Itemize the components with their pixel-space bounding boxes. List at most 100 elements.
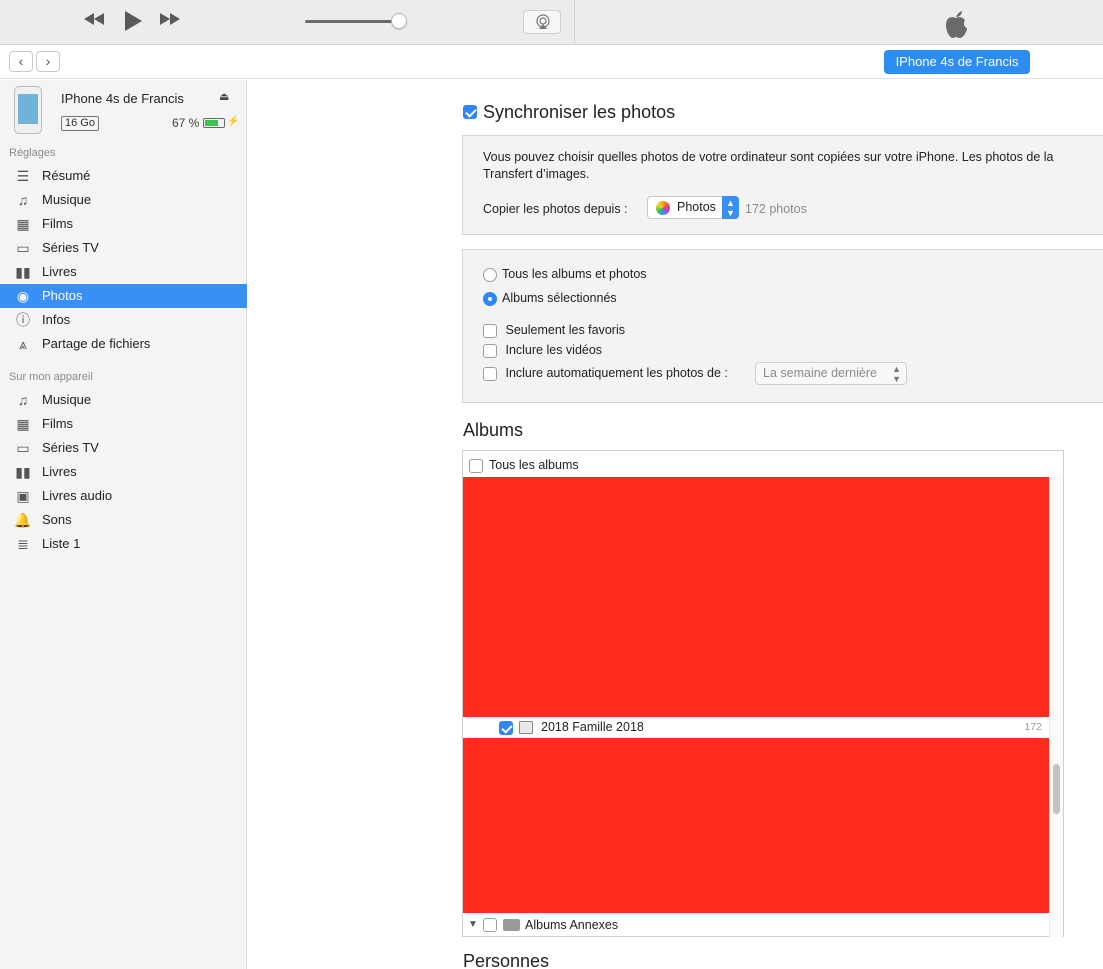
audiobook-icon: ▣ [16,488,30,504]
scrollbar[interactable] [1049,477,1063,937]
sidebar-item-films[interactable]: ▦ Films [0,412,247,436]
sidebar-item-photos[interactable]: ◉ Photos [0,284,247,308]
sidebar-item-label: Livres audio [42,488,113,503]
photo-count: 172 photos [745,202,807,216]
sidebar-item-musique[interactable]: ♫ Musique [0,388,247,412]
favorites-checkbox[interactable] [483,323,497,338]
album-name: 2018 Famille 2018 [541,720,644,734]
eject-icon[interactable]: ⏏ [219,90,229,103]
all-albums-checkbox[interactable] [469,458,483,473]
back-button[interactable]: ‹ [9,51,33,72]
favorites-option[interactable]: Seulement les favoris [483,323,625,338]
book-icon: ▮▮ [15,264,31,280]
scrollbar-thumb[interactable] [1053,764,1060,814]
redacted-area [463,477,1050,717]
sidebar-item-label: Photos [42,288,83,303]
chevron-updown-icon: ▲ ▼ [892,364,901,384]
bell-icon: 🔔 [14,512,32,528]
forward-button[interactable]: › [36,51,60,72]
capacity-badge: 16 Go [61,116,99,131]
sync-photos-row[interactable]: Synchroniser les photos [463,102,675,123]
rewind-icon[interactable] [82,10,106,32]
auto-include-checkbox[interactable] [483,366,497,381]
tv-icon: ▭ [16,240,30,256]
play-icon[interactable] [122,10,144,37]
videos-checkbox[interactable] [483,343,497,358]
sidebar-item-musique[interactable]: ♫ Musique [0,188,247,212]
list-item[interactable]: ▼ Albums Annexes [463,913,1050,937]
albums-list: Tous les albums 2018 Famille 2018 172 ▼ … [462,450,1064,937]
camera-icon: ◉ [16,288,30,304]
period-value: La semaine dernière [763,366,877,380]
player-toolbar [0,0,1103,45]
radio-all-button[interactable] [483,267,497,282]
sync-description: Vous pouvez choisir quelles photos de vo… [483,149,1103,183]
auto-include-option[interactable]: Inclure automatiquement les photos de : [483,366,728,381]
battery-percent: 67 % [172,116,200,130]
sidebar-item-films[interactable]: ▦ Films [0,212,247,236]
list-item[interactable]: 2018 Famille 2018 172 [463,717,1050,738]
sidebar-item-infos[interactable]: ⓘ Infos [0,308,247,332]
main-content: Synchroniser les photos Vous pouvez choi… [248,80,1103,969]
player-controls [0,0,575,44]
settings-header: Réglages [9,147,56,159]
sync-photos-checkbox[interactable] [463,105,477,119]
sidebar-item-partage-de-fichiers[interactable]: ⩓ Partage de fichiers [0,332,247,356]
sidebar-item-label: Films [42,416,74,431]
radio-selected-label: Albums sélectionnés [502,291,617,305]
battery-fill [205,120,218,126]
sync-photos-label: Synchroniser les photos [483,102,676,122]
sidebar-item-livres[interactable]: ▮▮ Livres [0,460,247,484]
sidebar-item-livres-audio[interactable]: ▣ Livres audio [0,484,247,508]
iphone-icon [14,86,42,134]
radio-selected-button[interactable] [483,291,497,306]
airplay-icon [536,14,550,29]
all-albums-row[interactable]: Tous les albums [469,458,579,473]
sidebar-item-label: Liste 1 [42,536,81,551]
sidebar-item-liste-1[interactable]: ≣ Liste 1 [0,532,247,556]
period-select[interactable]: La semaine dernière ▲ ▼ [755,362,907,385]
sidebar: IPhone 4s de Francis ⏏ 16 Go 67 % ⚡ Régl… [0,80,247,969]
album-checkbox[interactable] [499,721,513,735]
all-albums-label: Tous les albums [489,458,579,472]
device-section-header: Sur mon appareil [9,371,93,383]
source-panel: Vous pouvez choisir quelles photos de vo… [462,135,1103,235]
options-panel: Tous les albums et photos Albums sélecti… [462,249,1103,403]
device-button[interactable]: IPhone 4s de Francis [884,50,1030,74]
info-icon: ⓘ [16,312,30,328]
sidebar-item-label: Sons [42,512,72,527]
sidebar-item-label: Livres [42,464,77,479]
copy-from-select[interactable]: Photos ▲ ▼ [647,196,739,219]
auto-include-label: Inclure automatiquement les photos de : [505,366,728,380]
battery-icon [203,118,225,128]
favorites-label: Seulement les favoris [505,323,625,337]
sidebar-item-r-sum-[interactable]: ☰ Résumé [0,164,247,188]
sidebar-item-livres[interactable]: ▮▮ Livres [0,260,247,284]
sidebar-item-label: Résumé [42,168,91,183]
volume-slider[interactable] [305,20,400,23]
volume-knob[interactable] [391,13,407,29]
sidebar-item-label: Musique [42,192,92,207]
redacted-area [463,738,1052,913]
videos-option[interactable]: Inclure les vidéos [483,343,602,358]
sidebar-item-sons[interactable]: 🔔 Sons [0,508,247,532]
albums-title: Albums [463,420,524,440]
music-icon: ♫ [17,192,29,208]
radio-all-albums[interactable]: Tous les albums et photos [483,267,647,282]
radio-selected-albums[interactable]: Albums sélectionnés [483,291,617,306]
sidebar-item-label: Livres [42,264,77,279]
copy-from-label: Copier les photos depuis : [483,202,628,216]
disclosure-triangle-icon[interactable]: ▼ [468,913,478,937]
album-icon [519,721,533,734]
charging-icon: ⚡ [227,116,240,127]
film-icon: ▦ [16,216,30,232]
film-icon: ▦ [16,416,30,432]
annex-checkbox[interactable] [483,918,497,932]
airplay-button[interactable] [523,10,561,34]
sidebar-item-s-ries-tv[interactable]: ▭ Séries TV [0,436,247,460]
radio-all-label: Tous les albums et photos [502,267,647,281]
sidebar-item-s-ries-tv[interactable]: ▭ Séries TV [0,236,247,260]
music-icon: ♫ [17,392,29,408]
fast-forward-icon[interactable] [158,10,182,32]
sidebar-item-label: Séries TV [42,440,99,455]
